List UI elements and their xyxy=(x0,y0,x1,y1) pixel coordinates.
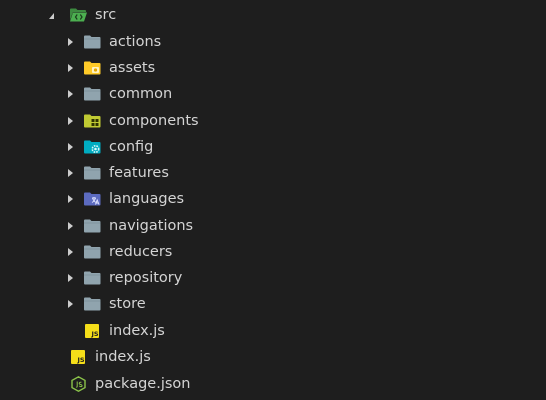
svg-text:JS: JS xyxy=(77,356,85,364)
chevron-right-icon[interactable] xyxy=(68,90,73,98)
tree-item-label: repository xyxy=(109,270,183,286)
tree-item-src[interactable]: src xyxy=(0,2,546,28)
tree-item-label: common xyxy=(109,86,173,102)
folder-components-icon xyxy=(84,114,101,128)
chevron-right-icon[interactable] xyxy=(68,169,73,177)
javascript-file-icon: JS xyxy=(85,324,99,338)
folder-assets-icon xyxy=(84,61,101,75)
tree-item-label: index.js xyxy=(95,349,151,365)
tree-item-label: package.json xyxy=(95,376,191,392)
chevron-right-icon[interactable] xyxy=(68,143,73,151)
folder-icon xyxy=(84,271,101,285)
folder-icon xyxy=(84,87,101,101)
svg-text:JS: JS xyxy=(91,330,99,338)
tree-item-store[interactable]: store xyxy=(0,291,546,317)
chevron-right-icon[interactable] xyxy=(68,274,73,282)
tree-item-label: features xyxy=(109,165,169,181)
tree-item-languages[interactable]: languages xyxy=(0,186,546,212)
tree-item-label: languages xyxy=(109,191,185,207)
tree-item-label: assets xyxy=(109,60,156,76)
tree-item-package-json[interactable]: package.json xyxy=(0,371,546,397)
chevron-right-icon[interactable] xyxy=(68,248,73,256)
tree-item-index-js[interactable]: JS index.js xyxy=(0,344,546,370)
tree-item-label: store xyxy=(109,296,146,312)
folder-src-open-icon xyxy=(70,8,87,22)
folder-languages-icon xyxy=(84,192,101,206)
tree-item-label: components xyxy=(109,113,199,129)
tree-item-reducers[interactable]: reducers xyxy=(0,239,546,265)
chevron-right-icon[interactable] xyxy=(68,64,73,72)
folder-icon xyxy=(84,35,101,49)
nodejs-file-icon xyxy=(71,376,86,392)
tree-item-actions[interactable]: actions xyxy=(0,29,546,55)
tree-item-label: index.js xyxy=(109,323,165,339)
chevron-right-icon[interactable] xyxy=(68,38,73,46)
tree-item-src-index-js[interactable]: JS index.js xyxy=(0,318,546,344)
folder-icon xyxy=(84,245,101,259)
chevron-right-icon[interactable] xyxy=(68,117,73,125)
tree-item-navigations[interactable]: navigations xyxy=(0,213,546,239)
tree-item-config[interactable]: config xyxy=(0,134,546,160)
tree-item-label: navigations xyxy=(109,218,194,234)
javascript-file-icon: JS xyxy=(71,350,85,364)
folder-config-icon xyxy=(84,140,101,154)
tree-item-repository[interactable]: repository xyxy=(0,265,546,291)
file-explorer-tree: src actions assets common components con… xyxy=(0,0,546,400)
chevron-right-icon[interactable] xyxy=(68,222,73,230)
chevron-right-icon[interactable] xyxy=(68,195,73,203)
tree-item-components[interactable]: components xyxy=(0,108,546,134)
tree-item-features[interactable]: features xyxy=(0,160,546,186)
tree-item-label: src xyxy=(95,7,117,23)
chevron-down-icon[interactable] xyxy=(49,13,54,19)
tree-item-label: reducers xyxy=(109,244,173,260)
folder-icon xyxy=(84,297,101,311)
chevron-right-icon[interactable] xyxy=(68,300,73,308)
tree-item-assets[interactable]: assets xyxy=(0,55,546,81)
folder-icon xyxy=(84,166,101,180)
folder-icon xyxy=(84,219,101,233)
tree-item-label: config xyxy=(109,139,154,155)
tree-item-common[interactable]: common xyxy=(0,81,546,107)
tree-item-label: actions xyxy=(109,34,162,50)
